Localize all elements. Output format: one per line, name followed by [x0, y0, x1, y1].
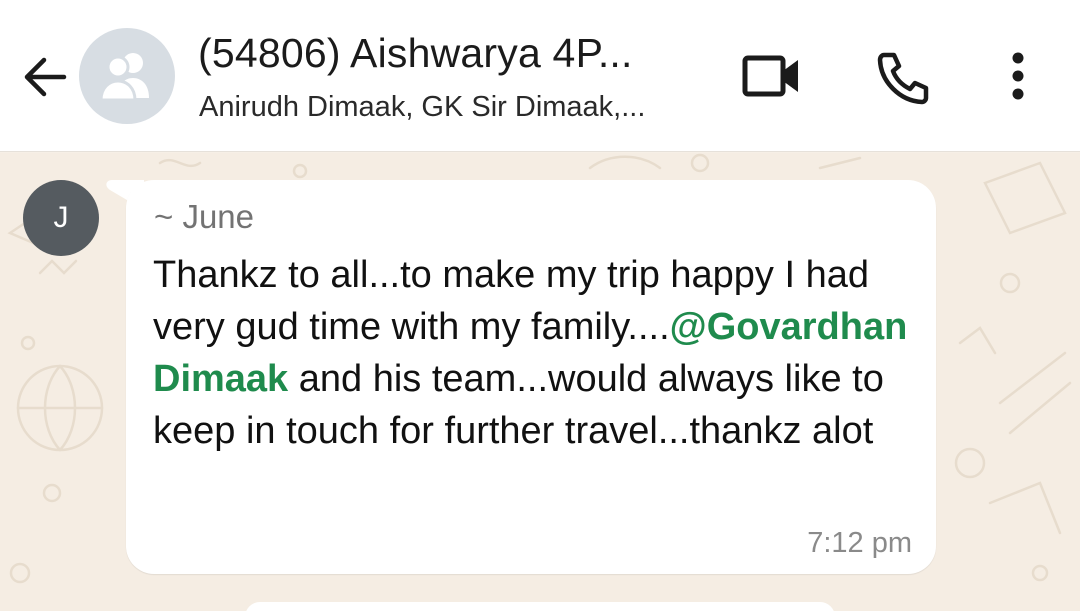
message-bubble[interactable]: ~ June Thankz to all...to make my trip h… [126, 180, 936, 574]
next-message-bubble[interactable] [245, 602, 835, 611]
sender-name[interactable]: ~ June [154, 198, 254, 236]
message-timestamp: 7:12 pm [807, 527, 912, 559]
message-list[interactable]: J ~ June Thankz to all...to make my trip… [0, 153, 1080, 611]
group-icon [99, 53, 149, 102]
group-avatar[interactable] [79, 28, 175, 124]
chat-title[interactable]: (54806) Aishwarya 4P... [198, 30, 708, 77]
video-call-icon [742, 55, 798, 97]
video-call-button[interactable] [740, 48, 804, 104]
chat-participants[interactable]: Anirudh Dimaak, GK Sir Dimaak,... [199, 91, 719, 124]
arrow-left-icon [24, 57, 67, 97]
back-button[interactable] [18, 50, 72, 104]
message-text: Thankz to all...to make my trip happy I … [153, 249, 913, 457]
chat-screen: (54806) Aishwarya 4P... Anirudh Dimaak, … [0, 0, 1080, 611]
more-vert-icon [1012, 52, 1024, 100]
more-options-button[interactable] [998, 48, 1038, 106]
voice-call-button[interactable] [872, 48, 934, 106]
chat-header: (54806) Aishwarya 4P... Anirudh Dimaak, … [0, 0, 1080, 152]
phone-icon [877, 52, 929, 105]
sender-avatar[interactable]: J [23, 180, 99, 256]
